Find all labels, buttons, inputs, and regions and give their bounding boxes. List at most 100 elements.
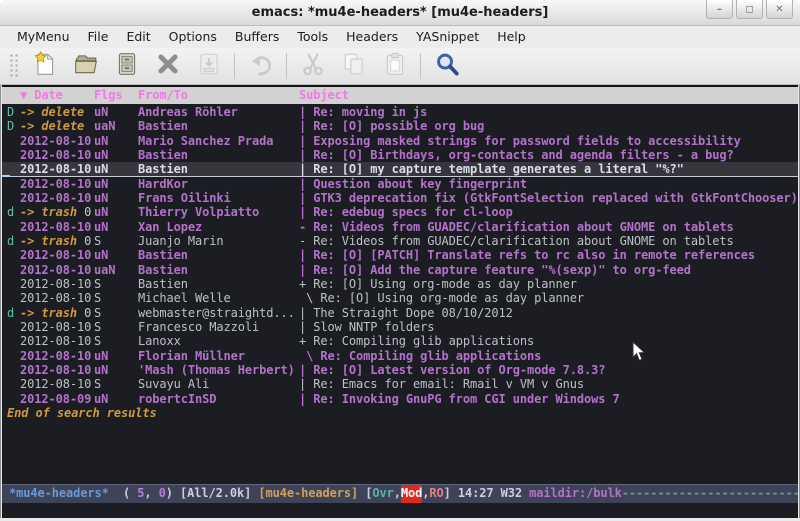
toolbar-button-close-buffer[interactable] [147,50,188,82]
mark-flag [7,220,20,234]
menu-item-yasnippet[interactable]: YASnippet [407,26,488,48]
message-row[interactable]: 2012-08-10uNBastien| Re: [O] Birthdays, … [2,148,798,162]
from-cell: Michael Welle [138,291,299,305]
message-row[interactable]: 2012-08-10SFrancesco Mazzoli| Slow NNTP … [2,320,798,334]
message-row[interactable]: d-> trash 0uNThierry Volpiatto| Re: edeb… [2,205,798,219]
header-flags-col[interactable]: Flgs [94,87,138,104]
subject-cell: | The Straight Dope 08/10/2012 [299,306,798,320]
modeline-segment: ---------------------------------- [622,485,798,503]
from-cell: Lanoxx [138,334,299,348]
message-row[interactable]: 2012-08-10uNFlorian Müllner \ Re: Compil… [2,349,798,363]
copy-icon [341,51,367,81]
flags-cell: S [94,291,138,305]
header-from-col[interactable]: From/To [138,87,299,104]
close-button[interactable]: ✕ [766,0,793,19]
message-row[interactable]: 2012-08-10SSuvayu Ali| Re: Emacs for ema… [2,377,798,391]
mark-flag: D [7,105,20,119]
flags-cell: S [94,277,138,291]
close-icon: ✕ [775,4,783,15]
minimize-button[interactable]: – [706,0,733,19]
date-cell: 2012-08-10 [20,263,94,277]
message-row[interactable]: 2012-08-10uNMario Sanchez Prada| Exposin… [2,134,798,148]
message-row[interactable]: 2012-08-10SLanoxx+ Re: Compiling glib ap… [2,334,798,348]
subject-cell: | Re: Emacs for email: Rmail v VM v Gnus [299,377,798,391]
toolbar-button-new-file[interactable] [24,50,65,82]
mark-flag [7,191,20,205]
from-cell: 'Mash (Thomas Herbert) [138,363,299,377]
message-row[interactable]: 2012-08-10SBastien+ Re: [O] Using org-mo… [2,277,798,291]
maximize-button[interactable]: ◻ [736,0,763,19]
mark-flag: d [7,205,20,219]
subject-cell: | Exposing masked strings for password f… [299,134,798,148]
from-cell: Mario Sanchez Prada [138,134,299,148]
message-row[interactable]: 2012-08-10SMichael Welle \ Re: [O] Using… [2,291,798,305]
menu-item-options[interactable]: Options [160,26,226,48]
date-cell: 2012-08-10 [20,191,94,205]
echo-area[interactable] [2,503,798,518]
from-cell: HardKor [138,177,299,191]
modeline-segment: *mu4e-headers* [9,485,109,503]
menu-item-edit[interactable]: Edit [117,26,159,48]
mark-flag [7,277,20,291]
modeline-segment: 5 [137,485,144,503]
mark-target-label: -> trash [20,306,77,320]
message-row[interactable]: 2012-08-10uNBastien| Re: [O] [PATCH] Tra… [2,248,798,262]
from-cell: Thierry Volpiatto [138,205,299,219]
title-bar[interactable]: emacs: *mu4e-headers* [mu4e-headers] – ◻… [0,0,800,26]
date-cell: -> delete [20,119,94,133]
flags-cell: S [94,334,138,348]
mark-flag [7,177,20,191]
header-date-col[interactable]: ▼ Date [20,87,94,104]
message-row[interactable]: D-> deleteuaNBastien| Re: [O] possible o… [2,119,798,133]
header-line: ▼ Date Flgs From/To Subject [2,87,798,104]
menu-item-file[interactable]: File [79,26,118,48]
toolbar-button-directory[interactable] [106,50,147,82]
search-icon [434,51,460,81]
from-cell: Bastien [138,248,299,262]
menu-item-help[interactable]: Help [488,26,535,48]
flags-cell: uN [94,248,138,262]
message-row[interactable]: 2012-08-10uNBastien| Re: [O] my capture … [2,162,798,176]
flags-cell: S [94,306,138,320]
message-row[interactable]: 2012-08-09uNrobertcInSD| Re: Invoking Gn… [2,392,798,406]
tool-bar [0,48,800,85]
mark-flag [7,377,20,391]
from-cell: Bastien [138,277,299,291]
date-cell: 2012-08-10 [20,377,94,391]
mark-flag [7,291,20,305]
date-cell: 2012-08-10 [20,162,94,175]
date-cell: -> trash 0 [20,205,94,219]
date-cell: 2012-08-10 [20,220,94,234]
message-row[interactable]: d-> trash 0Swebmaster@straightd...| The … [2,306,798,320]
toolbar-button-search[interactable] [426,50,467,82]
message-row[interactable]: d-> trash 0SJuanjo Marin- Re: Videos fro… [2,234,798,248]
toolbar-separator [420,53,421,79]
mode-line[interactable]: *mu4e-headers* ( 5, 0) [All/2.0k] [mu4e-… [2,484,798,503]
flags-cell: uN [94,392,138,406]
message-row[interactable]: 2012-08-10uNHardKor| Question about key … [2,177,798,191]
from-cell: Bastien [138,162,299,175]
toolbar-button-open-file[interactable] [65,50,106,82]
subject-cell: + Re: Compiling glib applications [299,334,798,348]
menu-item-mymenu[interactable]: MyMenu [8,26,79,48]
modeline-segment: ] [444,485,458,503]
from-cell: Juanjo Marin [138,234,299,248]
from-cell: Andreas Röhler [138,105,299,119]
mark-target-label: -> delete [20,119,84,133]
header-subject-col[interactable]: Subject [299,87,798,104]
message-row[interactable]: 2012-08-10uNXan Lopez- Re: Videos from G… [2,220,798,234]
toolbar-button-copy [333,50,374,82]
subject-cell: | Re: [O] [PATCH] Translate refs to rc a… [299,248,798,262]
modeline-segment: , [394,485,401,503]
menu-item-headers[interactable]: Headers [337,26,407,48]
message-row[interactable]: 2012-08-10uaNBastien| Re: [O] Add the ca… [2,263,798,277]
message-row[interactable]: 2012-08-10uN'Mash (Thomas Herbert)| Re: … [2,363,798,377]
toolbar-grip-handle[interactable] [9,53,19,79]
date-cell: 2012-08-10 [20,277,94,291]
message-row[interactable]: D-> deleteuNAndreas Röhler| Re: moving i… [2,105,798,119]
flags-cell: uaN [94,119,138,133]
message-row[interactable]: 2012-08-10uNFrans Oilinki| GTK3 deprecat… [2,191,798,205]
menu-item-buffers[interactable]: Buffers [226,26,288,48]
date-cell: 2012-08-10 [20,334,94,348]
menu-item-tools[interactable]: Tools [288,26,337,48]
